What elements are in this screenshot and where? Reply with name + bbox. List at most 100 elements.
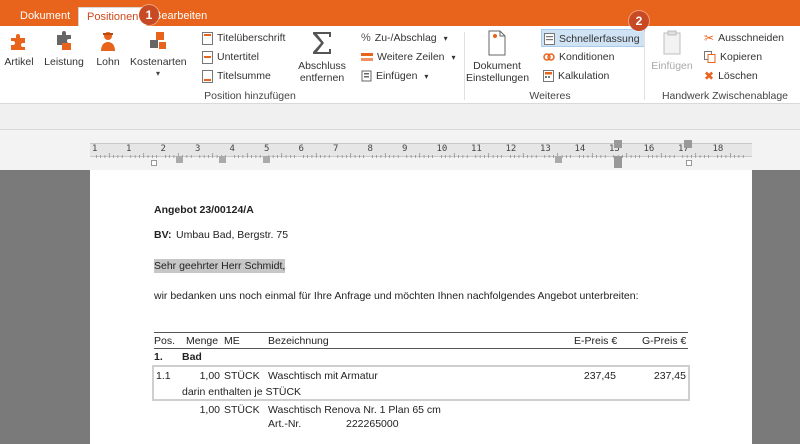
untertitel-button[interactable]: Untertitel	[202, 48, 259, 66]
ruler-number: 6	[298, 144, 304, 154]
callout-badge-2: 2	[629, 11, 649, 31]
blocks-icon	[150, 32, 166, 49]
einfuegen-menu-button[interactable]: Einfügen ▾	[361, 67, 428, 85]
group-name: Bad	[182, 351, 202, 363]
row2-menge: 1,00	[199, 404, 220, 416]
rows-icon	[361, 52, 373, 61]
group-separator	[464, 32, 465, 100]
conditions-icon	[543, 53, 555, 61]
weitere-zeilen-button[interactable]: Weitere Zeilen ▾	[361, 48, 455, 66]
tab-stop-marker[interactable]	[219, 156, 226, 163]
copy-icon	[704, 51, 716, 64]
app-window: Dokument Positionen Bearbeiten 1 Artikel…	[0, 0, 800, 444]
document-settings-icon	[488, 30, 506, 56]
ruler-right-indent-marker[interactable]	[684, 140, 692, 148]
dokument-einstellungen-label-2: Einstellungen	[466, 72, 530, 84]
table-header-rule	[154, 348, 688, 349]
schnellerfassung-label: Schnellerfassung	[559, 33, 640, 45]
row2-art-value: 222265000	[346, 418, 399, 430]
leistung-button[interactable]: Leistung	[44, 30, 84, 68]
quick-entry-icon	[544, 33, 555, 46]
bv-value: Umbau Bad, Bergstr. 75	[176, 229, 289, 241]
puzzle-icon	[11, 34, 25, 50]
titelueberschrift-label: Titelüberschrift	[217, 32, 286, 44]
dokument-einstellungen-label-1: Dokument	[473, 60, 521, 72]
percent-icon: %	[361, 32, 371, 45]
group-label-weiteres: Weiteres	[529, 90, 571, 102]
ruler-number: 11	[471, 144, 482, 154]
abschluss-label-2: entfernen	[299, 72, 345, 84]
document-title: Angebot 23/00124/A	[154, 204, 254, 216]
horizontal-ruler[interactable]: 1 1 2 3 4 5 6 7 8 9 10 11 12 13 14 15 16 17 18	[90, 143, 752, 158]
table-top-rule	[154, 332, 688, 333]
tab-stop-marker[interactable]	[176, 156, 183, 163]
ruler-number: 1	[92, 144, 98, 154]
kostenarten-button[interactable]: Kostenarten ▾	[130, 30, 187, 80]
intro-text[interactable]: wir bedanken uns noch einmal für Ihre An…	[154, 290, 639, 302]
dropdown-arrow-icon: ▾	[424, 72, 429, 81]
ruler-number: 14	[574, 144, 586, 154]
tab-stop-marker[interactable]	[263, 156, 270, 163]
calculator-icon	[543, 70, 554, 83]
row1-pos: 1.1	[156, 370, 171, 382]
ruler-indent-marker[interactable]	[686, 160, 692, 166]
dropdown-arrow-icon: ▾	[443, 34, 448, 43]
konditionen-label: Konditionen	[559, 51, 615, 63]
ruler-handle-marker[interactable]	[614, 140, 622, 148]
row1-bezeichnung: Waschtisch mit Armatur	[268, 370, 378, 382]
ruler-number: 2	[160, 144, 166, 154]
titelueberschrift-button[interactable]: Titelüberschrift	[202, 29, 285, 47]
tab-positionen[interactable]: Positionen	[78, 7, 148, 26]
kopieren-button[interactable]: Kopieren	[704, 48, 762, 66]
weitere-zeilen-label: Weitere Zeilen	[377, 51, 445, 63]
ruler-number: 10	[436, 144, 448, 154]
artikel-button[interactable]: Artikel	[4, 30, 34, 68]
row2-bezeichnung: Waschtisch Renova Nr. 1 Plan 65 cm	[268, 404, 441, 416]
row1-me: STÜCK	[224, 370, 260, 382]
greeting-text[interactable]: Sehr geehrter Herr Schmidt,	[154, 259, 286, 273]
artikel-label: Artikel	[4, 56, 34, 68]
group-separator	[644, 32, 645, 100]
row1-subtext: darin enthalten je STÜCK	[182, 386, 302, 398]
leistung-label: Leistung	[44, 56, 84, 68]
document-page[interactable]: Angebot 23/00124/A BV: Umbau Bad, Bergst…	[90, 170, 752, 444]
puzzle-stack-icon	[57, 31, 71, 50]
dropdown-arrow-icon: ▾	[451, 53, 456, 62]
ruler-number: 1	[126, 144, 132, 154]
worker-icon	[101, 32, 115, 51]
col-header-gpreis: G-Preis €	[642, 335, 687, 347]
ribbon-toolbar: Artikel Leistung Lohn Kostenarten ▾ Tite…	[0, 11, 800, 104]
tab-stop-marker[interactable]	[555, 156, 562, 163]
titelsumme-label: Titelsumme	[217, 70, 271, 82]
col-header-epreis: E-Preis €	[574, 335, 618, 347]
zuabschlag-button[interactable]: % Zu-/Abschlag ▾	[361, 29, 448, 47]
callout-badge-1: 1	[139, 5, 159, 25]
bv-label: BV:	[154, 229, 172, 241]
kalkulation-button[interactable]: Kalkulation	[543, 67, 609, 85]
konditionen-button[interactable]: Konditionen	[543, 48, 614, 66]
dropdown-arrow-icon: ▾	[155, 69, 160, 78]
doc-sum-icon	[202, 69, 213, 83]
kostenarten-label: Kostenarten	[130, 56, 187, 68]
ausschneiden-button[interactable]: ✂ Ausschneiden	[704, 29, 784, 47]
scissors-icon: ✂	[704, 31, 715, 46]
schnellerfassung-button[interactable]: Schnellerfassung	[541, 29, 645, 47]
row1-epreis: 237,45	[583, 370, 616, 382]
titelsumme-button[interactable]: Titelsumme	[202, 67, 271, 85]
einfuegen-button[interactable]: Einfügen	[650, 30, 694, 72]
insert-icon	[361, 70, 372, 82]
toolbar-strip	[0, 104, 800, 130]
zuabschlag-label: Zu-/Abschlag	[374, 32, 437, 44]
loeschen-button[interactable]: ✖ Löschen	[704, 67, 758, 85]
dokument-einstellungen-button[interactable]: Dokument Einstellungen	[466, 30, 530, 84]
ruler-indent-marker[interactable]	[151, 160, 157, 166]
loeschen-label: Löschen	[718, 70, 758, 82]
ruler-handle-marker[interactable]	[614, 156, 622, 168]
col-header-bezeichnung: Bezeichnung	[268, 335, 329, 347]
lohn-button[interactable]: Lohn	[94, 30, 122, 68]
ribbon-tab-bar: Dokument Positionen Bearbeiten 1	[0, 0, 800, 26]
group-label-position-hinzufuegen: Position hinzufügen	[204, 90, 296, 102]
row1-menge: 1,00	[199, 370, 220, 382]
tab-dokument[interactable]: Dokument	[12, 7, 78, 26]
abschluss-entfernen-button[interactable]: Abschluss entfernen	[296, 30, 348, 84]
